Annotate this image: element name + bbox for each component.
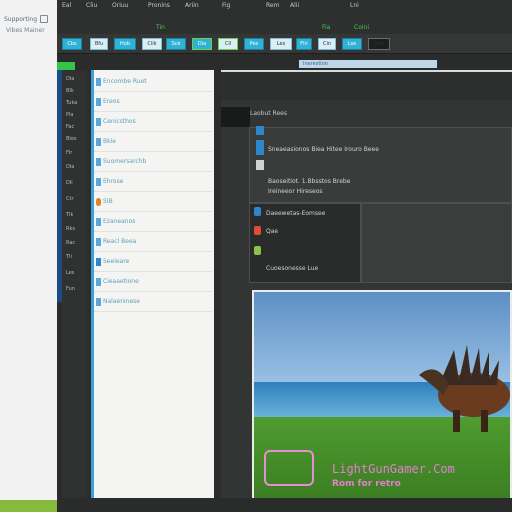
sidebar-item[interactable]: Tlk	[66, 212, 73, 218]
list-item-label: Reacl Beea	[103, 238, 137, 245]
active-tab-indicator[interactable]	[57, 62, 75, 70]
detail-line: Sneaeasionos Biea Hitee Irouro Beee	[268, 146, 379, 153]
menu-item[interactable]: Lni	[350, 2, 359, 9]
content-header-divider	[221, 70, 512, 72]
menu-item[interactable]: Pronins	[148, 2, 170, 9]
toolbar-button[interactable]: Sce	[166, 38, 186, 50]
list-item-label: Ereos	[103, 98, 120, 105]
properties-preview	[361, 203, 512, 283]
sidebar-item[interactable]: Fac	[66, 124, 74, 130]
status-bar	[57, 498, 512, 512]
menu-item[interactable]: Alii	[290, 2, 299, 9]
image-preview[interactable]: LightGunGamer.Com Rom for retro	[252, 290, 512, 500]
property-line: Cuoesonesse Lue	[266, 265, 319, 272]
folder-icon	[96, 198, 101, 206]
sidebar-item[interactable]: Flr	[66, 150, 72, 156]
sidebar-item[interactable]: Pla	[66, 112, 73, 118]
toolbar-button[interactable]: Bfu	[90, 38, 108, 50]
breadcrumb[interactable]: Laobut Rees	[250, 110, 287, 117]
document-icon	[256, 140, 264, 155]
sidebar-item[interactable]: Fun	[66, 286, 75, 292]
file-icon	[96, 238, 101, 246]
sidebar-item[interactable]: Les	[66, 270, 74, 276]
list-item-label: Nalaeninese	[103, 298, 140, 305]
menu-item[interactable]: Rem	[266, 2, 279, 9]
content-header	[221, 70, 512, 100]
toolbar-button[interactable]: Cbs	[62, 38, 82, 50]
sidebar-item[interactable]: Tuka	[66, 100, 77, 106]
left-panel-title: Supporting	[4, 16, 37, 23]
file-icon	[96, 258, 101, 266]
file-icon	[96, 138, 101, 146]
tab-strip	[57, 54, 512, 70]
file-icon	[96, 178, 101, 186]
sidebar-nav	[62, 70, 86, 500]
property-line: Qae	[266, 228, 279, 235]
sidebar-item[interactable]: Dla	[66, 164, 74, 170]
sidebar-item[interactable]: Rks	[66, 226, 75, 232]
toolbar-button[interactable]: Les	[270, 38, 292, 50]
toolbar-button[interactable]: Clik	[142, 38, 162, 50]
red-icon	[254, 226, 261, 235]
file-icon	[96, 98, 101, 106]
menu-item[interactable]: Fia	[322, 24, 330, 31]
list-item-label: Ehrose	[103, 178, 124, 185]
property-line: Daeewetas-Eomsee	[266, 210, 326, 217]
toolbar-button[interactable]: Cin	[318, 38, 336, 50]
left-panel-status-bar	[0, 500, 57, 512]
left-panel	[0, 0, 57, 512]
list-item-label: SIB	[103, 198, 113, 205]
watermark-tagline: Rom for retro	[332, 479, 401, 489]
sidebar-item[interactable]: Dla	[66, 76, 74, 82]
sidebar-item[interactable]: Bles	[66, 136, 77, 142]
sidebar-item[interactable]: Tli	[66, 254, 72, 260]
file-icon	[96, 218, 101, 226]
menu-item[interactable]: Cliu	[86, 2, 97, 9]
search-bar[interactable]: Inerestion	[299, 60, 437, 68]
menu-item[interactable]: Tin	[156, 24, 165, 31]
list-item-label: Suomersarchb	[103, 158, 147, 165]
file-icon	[96, 78, 101, 86]
creature-figure	[419, 345, 510, 432]
toolbar-button[interactable]: Hob	[114, 38, 136, 50]
detail-line: Baoseitiot. 1.Bbsstos Brebe	[268, 178, 351, 185]
menu-item[interactable]: Fig	[222, 2, 231, 9]
toolbar-button[interactable]: Fln	[296, 38, 312, 50]
toolbar-button[interactable]: Lse	[342, 38, 362, 50]
toolbar-button[interactable]: Pes	[244, 38, 264, 50]
list-item-label: Bkie	[103, 138, 116, 145]
left-panel-subtitle: Vibes Mainer	[6, 27, 45, 34]
toolbar-button[interactable]: Snv	[368, 38, 390, 50]
list-item-label: Encombe Ruet	[103, 78, 147, 85]
back-button[interactable]	[221, 107, 250, 127]
list-item-label: Seeieare	[103, 258, 130, 265]
watermark-logo	[264, 450, 314, 486]
toolbar-button[interactable]: Cll	[218, 38, 238, 50]
sidebar-item[interactable]: Dli	[66, 180, 73, 186]
watermark-text: LightGunGamer.Com	[332, 462, 455, 476]
list-item-label: Cieaaetione	[103, 278, 139, 285]
sidebar-item[interactable]: Ctr	[66, 196, 74, 202]
file-icon	[96, 118, 101, 126]
menu-item[interactable]: Eal	[62, 2, 71, 9]
blue-icon	[254, 207, 261, 216]
menu-item[interactable]: Ariin	[185, 2, 199, 9]
list-item-label: Ezaneanos	[103, 218, 136, 225]
file-icon	[96, 298, 101, 306]
green-icon	[254, 246, 261, 255]
menu-item[interactable]: Coini	[354, 24, 369, 31]
sidebar-item[interactable]: Rac	[66, 240, 75, 246]
sidebar-item[interactable]: Blk	[66, 88, 74, 94]
detail-line: Ireineeor Hireseos	[268, 188, 323, 195]
list-item-label: Cenicsthos	[103, 118, 136, 125]
file-icon	[96, 158, 101, 166]
toolbar-button[interactable]: Dia	[192, 38, 212, 50]
window-icon[interactable]	[40, 15, 48, 23]
document-icon	[256, 160, 264, 170]
document-icon	[256, 126, 264, 135]
menu-item[interactable]: Oriuu	[112, 2, 128, 9]
file-icon	[96, 278, 101, 286]
